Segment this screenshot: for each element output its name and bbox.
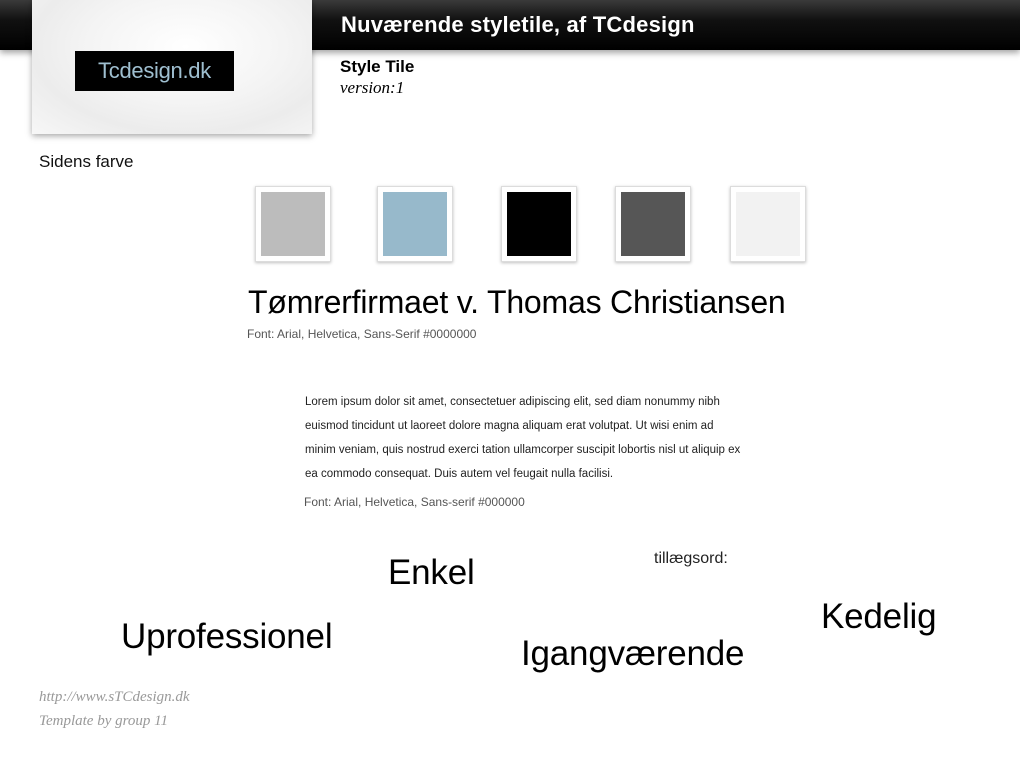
style-tile-name: Style Tile <box>340 57 415 76</box>
style-tile-version: version:1 <box>340 78 405 97</box>
color-swatch-3 <box>501 186 577 262</box>
footer-credit: Template by group 11 <box>39 713 169 729</box>
heading-font-sample: Tømrerfirmaet v. Thomas Christiansen <box>248 284 786 320</box>
colors-label: Sidens farve <box>39 152 134 171</box>
logo: Tcdesign.dk <box>75 51 234 91</box>
page-title: Nuværende styletile, af TCdesign <box>341 12 695 37</box>
body-text-line: euismod tincidunt ut laoreet dolore magn… <box>305 420 714 432</box>
logo-card: Tcdesign.dk <box>32 0 312 134</box>
adjectives-label: tillægsord: <box>654 550 728 567</box>
color-chip <box>736 192 800 256</box>
adjective-enkel: Enkel <box>388 553 475 592</box>
adjective-igangvaerende: Igangværende <box>521 634 745 673</box>
body-text-line: Lorem ipsum dolor sit amet, consectetuer… <box>305 396 720 408</box>
color-chip <box>621 192 685 256</box>
color-swatch-4 <box>615 186 691 262</box>
color-chip <box>261 192 325 256</box>
color-swatch-2 <box>377 186 453 262</box>
adjective-uprofessionel: Uprofessionel <box>121 617 333 656</box>
body-text-line: minim veniam, quis nostrud exerci tation… <box>305 444 741 456</box>
color-swatch-5 <box>730 186 806 262</box>
body-text-line: ea commodo consequat. Duis autem vel feu… <box>305 468 614 480</box>
adjective-kedelig: Kedelig <box>821 597 937 636</box>
color-chip <box>507 192 571 256</box>
heading-font-note: Font: Arial, Helvetica, Sans-Serif #0000… <box>247 327 477 341</box>
color-swatch-1 <box>255 186 331 262</box>
body-font-sample: Lorem ipsum dolor sit amet, consectetuer… <box>305 390 775 486</box>
footer-url: http://www.sTCdesign.dk <box>39 689 190 705</box>
body-font-note: Font: Arial, Helvetica, Sans-serif #0000… <box>304 495 525 509</box>
color-chip <box>383 192 447 256</box>
